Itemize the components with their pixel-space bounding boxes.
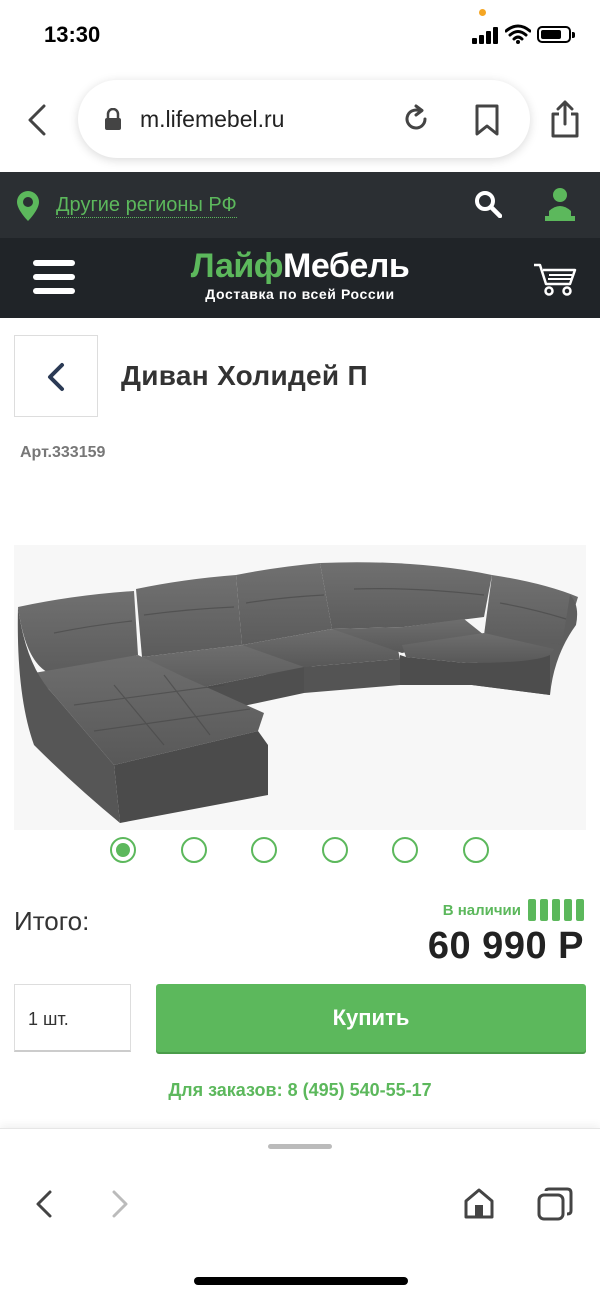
location-pin-icon[interactable] [16,190,40,222]
site-header: ЛайфМебель Доставка по всей России [0,238,600,318]
region-link[interactable]: Другие регионы РФ [56,195,237,218]
carousel-dot-6[interactable] [463,837,489,863]
url-text: m.lifemebel.ru [140,106,285,132]
lock-icon [105,108,121,130]
carousel-dot-5[interactable] [392,837,418,863]
bookmark-icon[interactable] [474,104,500,136]
quantity-input[interactable]: 1 шт. [14,984,131,1052]
buy-button[interactable]: Купить [156,984,586,1052]
reload-icon[interactable] [401,104,431,134]
search-icon[interactable] [474,190,502,218]
recording-indicator [479,9,486,16]
stock-level-bars [528,899,584,921]
nav-back-icon[interactable] [34,1189,54,1219]
back-icon[interactable] [24,100,54,140]
carousel-dot-2[interactable] [181,837,207,863]
signal-icon [472,26,500,44]
product-price: 60 990 Р [427,925,584,967]
carousel-dot-1[interactable] [110,837,136,863]
order-phone-link[interactable]: Для заказов: 8 (495) 540-55-17 [0,1080,600,1101]
product-image[interactable] [14,545,586,830]
browser-toolbar [0,1128,600,1298]
site-topbar: Другие регионы РФ [0,172,600,238]
site-logo[interactable]: ЛайфМебель Доставка по всей России [0,248,600,302]
address-bar[interactable]: m.lifemebel.ru [78,80,530,158]
user-icon[interactable] [545,187,575,221]
product-article: Арт.333159 [20,444,106,461]
logo-part-green: Лайф [190,247,284,285]
browser-bar: m.lifemebel.ru [0,70,600,172]
image-carousel-dots [0,837,600,863]
product-title: Диван Холидей П [121,360,368,391]
wifi-icon [505,24,531,44]
cart-icon[interactable] [532,262,578,296]
carousel-dot-4[interactable] [322,837,348,863]
logo-part-white: Мебель [283,247,410,285]
nav-forward-icon[interactable] [110,1189,130,1219]
home-indicator [194,1277,408,1285]
tabs-icon[interactable] [537,1187,573,1223]
share-icon[interactable] [550,100,580,138]
back-button[interactable] [14,335,98,417]
logo-tagline: Доставка по всей России [205,286,395,302]
chevron-left-icon [48,363,64,391]
status-bar: 13:30 [0,0,600,70]
battery-icon [537,26,575,43]
home-icon[interactable] [463,1187,495,1219]
carousel-dot-3[interactable] [251,837,277,863]
status-time: 13:30 [44,22,101,47]
toolbar-grabber[interactable] [268,1144,332,1149]
quantity-value: 1 шт. [28,1009,69,1029]
stock-status: В наличии [442,902,521,919]
total-label: Итого: [14,906,90,936]
